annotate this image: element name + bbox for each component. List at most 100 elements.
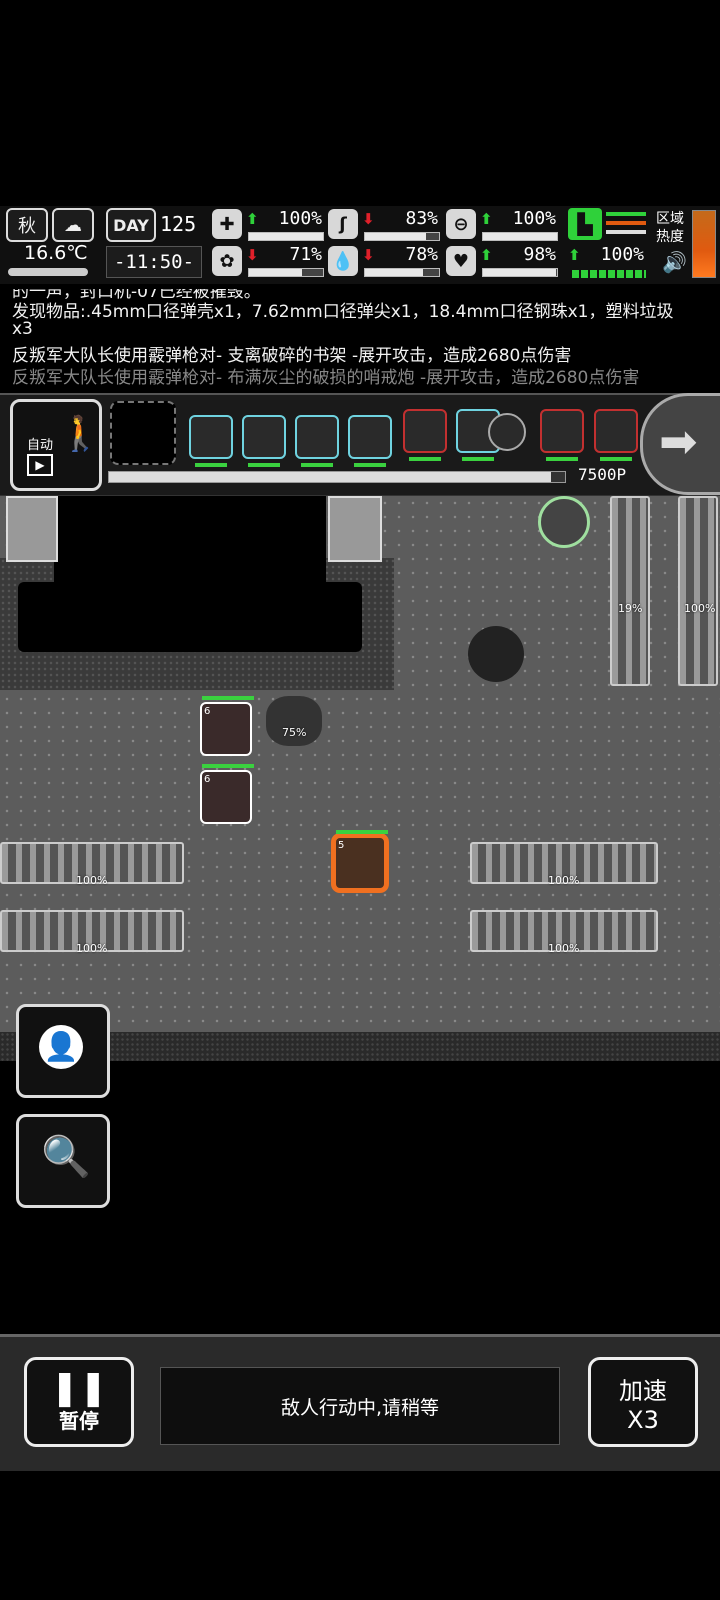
enemy-token-round[interactable] <box>538 496 590 548</box>
speed-label: 加速 <box>619 1376 667 1405</box>
log-line: x3 <box>12 319 33 339</box>
queue-enemy-portrait[interactable] <box>540 409 584 461</box>
action-points-fill <box>109 472 552 482</box>
sanity-value: 71% <box>289 244 322 265</box>
bookshelf-right-top[interactable] <box>678 496 718 686</box>
portrait-hp-bar <box>301 463 333 467</box>
action-points-value: 7500P <box>578 465 627 484</box>
pause-icon: ❚❚ <box>50 1367 108 1408</box>
season-badge: 秋 <box>6 208 48 242</box>
turn-order-strip: 自动 🚶 ▶ 7500P ➡ <box>0 393 720 497</box>
speed-up-button[interactable]: 加速 X3 <box>588 1357 698 1447</box>
rain-cloud-icon: ☁ <box>52 208 94 242</box>
stamina-line <box>606 212 646 216</box>
queue-enemy-portrait[interactable] <box>403 409 447 461</box>
queue-ally-portrait[interactable] <box>295 415 339 467</box>
portrait-hp-bar <box>546 457 578 461</box>
character-icon: 👤 <box>39 1025 83 1069</box>
mood-bar <box>482 268 558 277</box>
shelf-percent-right-top: 100% <box>684 602 716 615</box>
soldier-icon: 🚶 <box>59 414 102 454</box>
medicine-bar <box>482 232 558 241</box>
stamina-bar <box>572 270 646 278</box>
medicine-fill <box>483 233 557 240</box>
stamina-line <box>606 230 646 234</box>
unit-bearded[interactable]: 6 <box>200 696 254 756</box>
brain-icon: ✿ <box>212 246 242 276</box>
pillar <box>6 496 58 562</box>
sentry-gun-percent: 19% <box>618 602 643 615</box>
pillar <box>328 496 382 562</box>
pill-icon: ⊖ <box>446 209 476 239</box>
auto-battle-button[interactable]: 自动 🚶 ▶ <box>10 399 102 491</box>
search-area-button[interactable]: 🔍 <box>16 1114 110 1208</box>
queue-ally-portrait[interactable] <box>189 415 233 467</box>
debris-pile[interactable] <box>468 626 524 682</box>
queue-ally-portrait[interactable] <box>348 415 392 467</box>
temperature-bar <box>8 268 88 276</box>
shelf-percent-right-2: 100% <box>548 942 580 955</box>
selected-unit-slot <box>110 401 176 465</box>
health-value: 100% <box>278 208 322 229</box>
hunger-value: 83% <box>405 208 438 229</box>
log-line: 反叛军大队长使用霰弹枪对- 布满灰尘的破损的哨戒炮 -展开攻击，造成2680点伤… <box>12 368 640 385</box>
auto-label: 自动 <box>27 438 54 453</box>
unit-helmet[interactable]: 6 <box>200 764 254 824</box>
day-label: DAY <box>113 215 149 235</box>
action-points-bar <box>108 471 566 483</box>
region-heat-label: 区域热度 <box>656 211 684 245</box>
search-icon: 🔍 <box>41 1134 91 1180</box>
medicine-value: 100% <box>512 208 556 229</box>
medkit-icon: ✚ <box>212 209 242 239</box>
battle-log: 的一声，封口机-07已经被摧毁。 发现物品:.45mm口径弹壳x1，7.62mm… <box>0 289 720 385</box>
sanity-fill <box>249 269 302 276</box>
speed-value: X3 <box>627 1405 659 1434</box>
battle-map[interactable]: 19% 100% 75% 6 6 5 100% 100% 100% 100% <box>0 496 720 1061</box>
shelf-percent-left-1: 100% <box>76 874 108 887</box>
unit-level: 5 <box>338 840 345 851</box>
log-line: 发现物品:.45mm口径弹壳x1，7.62mm口径弹尖x1，18.4mm口径钢珠… <box>12 302 674 322</box>
stamina-line <box>606 221 646 225</box>
shelf-percent-right-1: 100% <box>548 874 580 887</box>
portrait-hp-bar <box>600 457 632 461</box>
status-message: 敌人行动中,请稍等 <box>160 1367 560 1445</box>
sentry-gun-wreck[interactable] <box>610 496 650 686</box>
water-fill <box>365 269 423 276</box>
pause-button[interactable]: ❚❚ 暂停 <box>24 1357 134 1447</box>
water-value: 78% <box>405 244 438 265</box>
queue-ally-portrait[interactable] <box>242 415 286 467</box>
boot-icon: ▙ <box>568 208 602 240</box>
queue-enemy-portrait[interactable] <box>594 409 638 461</box>
character-button[interactable]: 👤 <box>16 1004 110 1098</box>
mood-fill <box>483 269 556 276</box>
portrait-hp-bar <box>248 463 280 467</box>
fog-of-war <box>18 582 362 652</box>
queue-enemy-portrait[interactable] <box>488 413 526 451</box>
arrow-right-icon: ➡ <box>659 414 698 468</box>
shelf-percent-left-2: 100% <box>76 942 108 955</box>
unit-active[interactable]: 5 <box>334 830 388 890</box>
stamina-value: 100% <box>600 244 644 265</box>
unit-hp-bar <box>202 764 254 768</box>
heart-icon: ♥ <box>446 246 476 276</box>
speaker-icon[interactable]: 🔊 <box>662 250 687 274</box>
unit-level: 6 <box>204 774 211 785</box>
status-hud: 秋 ☁ 16.6℃ DAY 125 -11:50- ✚ ⬆ 100% ʃ ⬇ 8… <box>0 206 720 284</box>
play-icon: ▶ <box>27 454 53 476</box>
bottom-control-bar: ❚❚ 暂停 敌人行动中,请稍等 加速 X3 <box>0 1334 720 1471</box>
clock-time: -11:50- <box>106 246 202 278</box>
day-number: 125 <box>160 212 197 236</box>
health-fill <box>249 233 323 240</box>
stomach-icon: ʃ <box>328 209 358 239</box>
pause-label: 暂停 <box>59 1408 99 1433</box>
mood-value: 98% <box>523 244 556 265</box>
season-label: 秋 <box>18 216 36 237</box>
water-bar <box>364 268 440 277</box>
temperature-readout: 16.6℃ <box>24 242 88 264</box>
unit-hp-bar <box>336 830 388 834</box>
region-heat-meter <box>692 210 716 278</box>
sanity-bar <box>248 268 324 277</box>
next-turn-button[interactable]: ➡ <box>640 393 720 495</box>
day-badge: DAY <box>106 208 156 242</box>
portrait-hp-bar <box>354 463 386 467</box>
